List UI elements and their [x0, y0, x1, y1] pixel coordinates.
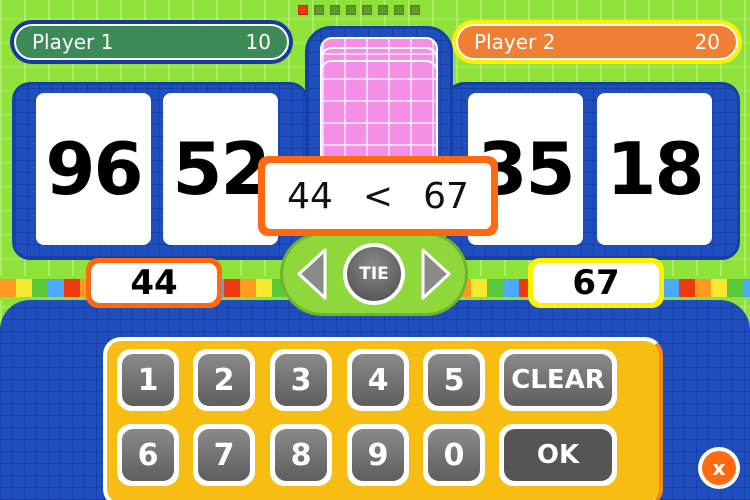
round-indicator: [394, 5, 404, 15]
clear-button[interactable]: CLEAR: [499, 349, 617, 411]
round-indicator: [362, 5, 372, 15]
key-4[interactable]: 4: [347, 349, 409, 411]
close-icon: x: [702, 451, 736, 485]
player1-answer: 44: [91, 263, 217, 303]
round-indicator: [346, 5, 356, 15]
round-progress: [298, 5, 420, 15]
key-label: 0: [428, 429, 480, 481]
key-label: 7: [198, 429, 250, 481]
right-greater-button[interactable]: [421, 248, 451, 300]
right-arrow-icon: [421, 248, 451, 300]
key-label: 3: [275, 354, 327, 406]
key-label: 8: [275, 429, 327, 481]
player2-answer: 67: [533, 263, 659, 303]
key-8[interactable]: 8: [270, 424, 332, 486]
key-9[interactable]: 9: [347, 424, 409, 486]
key-5[interactable]: 5: [423, 349, 485, 411]
comparison-left: 44: [287, 175, 333, 217]
round-indicator: [298, 5, 308, 15]
player1-score: 10: [245, 30, 271, 54]
player2-name: Player 2: [474, 30, 556, 54]
ok-button[interactable]: OK: [499, 424, 617, 486]
round-indicator: [330, 5, 340, 15]
comparison-operator: <: [362, 175, 394, 217]
key-label: 2: [198, 354, 250, 406]
tie-button[interactable]: TIE: [343, 243, 405, 305]
comparison-right: 67: [423, 175, 469, 217]
ok-label: OK: [504, 429, 612, 481]
key-7[interactable]: 7: [193, 424, 255, 486]
tie-label: TIE: [347, 247, 401, 301]
key-2[interactable]: 2: [193, 349, 255, 411]
key-label: 5: [428, 354, 480, 406]
player1-card-1: 96: [36, 93, 151, 245]
clear-label: CLEAR: [504, 354, 612, 406]
left-greater-button[interactable]: [297, 248, 327, 300]
round-indicator: [378, 5, 388, 15]
player2-card-2: 18: [597, 93, 712, 245]
round-indicator: [410, 5, 420, 15]
player1-name: Player 1: [32, 30, 114, 54]
card-deck-top: [320, 60, 438, 170]
key-1[interactable]: 1: [117, 349, 179, 411]
player1-scorebar: Player 1 10: [10, 20, 293, 64]
key-label: 4: [352, 354, 404, 406]
player2-scorebar: Player 2 20: [452, 20, 742, 64]
key-3[interactable]: 3: [270, 349, 332, 411]
key-label: 1: [122, 354, 174, 406]
answer-controls: TIE: [280, 232, 468, 316]
player2-score: 20: [694, 30, 720, 54]
close-button[interactable]: x: [698, 447, 740, 489]
key-6[interactable]: 6: [117, 424, 179, 486]
left-arrow-icon: [297, 248, 327, 300]
key-label: 6: [122, 429, 174, 481]
player1-answer-box: 44: [86, 258, 222, 308]
key-label: 9: [352, 429, 404, 481]
comparison-display: 44 < 67: [258, 156, 498, 236]
key-0[interactable]: 0: [423, 424, 485, 486]
player2-answer-box: 67: [528, 258, 664, 308]
round-indicator: [314, 5, 324, 15]
number-keypad: 1 2 3 4 5 CLEAR 6 7 8 9 0 OK: [103, 337, 663, 500]
